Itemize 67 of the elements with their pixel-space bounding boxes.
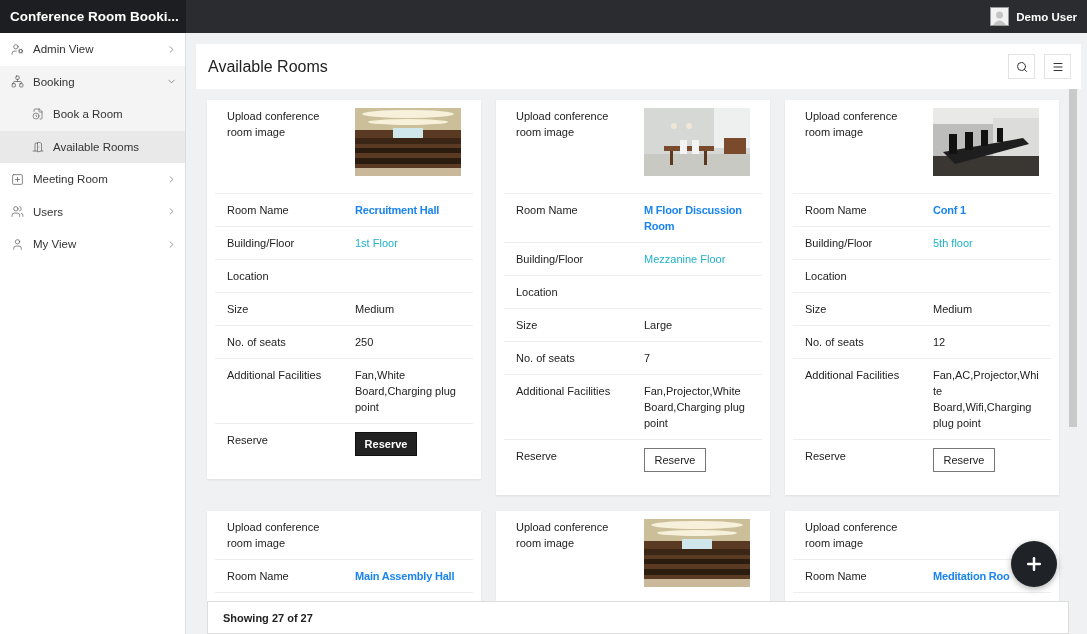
avatar-icon[interactable] [990,7,1010,26]
plus-icon [1024,554,1044,574]
room-name-link[interactable]: Recruitment Hall [355,202,440,218]
room-name-link[interactable]: Meditation Roo [933,568,1010,584]
sidebar-item[interactable]: Booking [0,65,185,98]
field-value: 7 [644,351,651,366]
user-name[interactable]: Demo User [1016,10,1077,23]
field-label: Location [805,269,848,284]
scrollbar-thumb[interactable] [1069,89,1077,427]
field-label: Room Name [227,569,290,584]
field-label: Size [227,302,250,317]
field-label: Upload conference room image [516,520,610,551]
menu-button[interactable] [1044,54,1071,79]
people-icon [11,205,24,219]
field-label: Room Name [805,569,868,584]
person-icon [11,237,24,251]
field-value: Large [644,318,673,333]
field-label: No. of seats [805,335,865,350]
field-label: No. of seats [227,335,287,350]
field-label: Reserve [516,449,558,464]
reserve-button[interactable]: Reserve [355,432,417,456]
field-value: Fan,Projector,White Board,Charging plug point [644,384,746,431]
door-icon [32,140,44,153]
app-title: Conference Room Booki... [0,0,186,33]
plus-square-icon [11,172,24,186]
field-label: Upload conference room image [805,520,899,551]
field-label: Room Name [516,203,579,218]
field-label: No. of seats [516,351,576,366]
field-value: Fan,AC,Projector,White Board,Wifi,Charging plug point [933,368,1039,431]
field-label: Location [227,269,270,284]
room-name-link[interactable]: Main Assembly Hall [355,568,455,584]
reserve-button[interactable]: Reserve [933,448,995,472]
field-label: Upload conference room image [227,520,321,551]
field-label: Upload conference room image [227,109,321,140]
field-label: Building/Floor [805,236,874,251]
field-value: Medium [355,302,395,317]
search-button[interactable] [1008,54,1035,79]
field-label: Reserve [227,433,269,448]
field-label: Additional Facilities [227,368,323,383]
field-label: Building/Floor [227,236,296,251]
reserve-button[interactable]: Reserve [644,448,706,472]
network-icon [11,75,24,89]
results-count: Showing 27 of 27 [207,601,1069,634]
field-value: 250 [355,335,374,350]
search-icon [1015,60,1028,73]
menu-icon [1051,60,1064,73]
sidebar-item[interactable]: Book a Room [0,98,185,131]
field-label: Additional Facilities [805,368,901,383]
sidebar-item[interactable]: Available Rooms [0,130,185,163]
field-label: Upload conference room image [516,109,610,140]
field-label: Size [516,318,539,333]
room-name-link[interactable]: Conf 1 [933,202,967,218]
field-label: Location [516,285,559,300]
page-title: Available Rooms [208,57,329,76]
field-label: Building/Floor [516,252,585,267]
field-label: Additional Facilities [516,384,612,399]
field-label: Room Name [805,203,868,218]
field-value: Fan,White Board,Charging plug point [355,368,457,415]
field-label: Reserve [805,449,847,464]
user-gear-icon [11,42,24,56]
field-label: Size [805,302,828,317]
field-label: Upload conference room image [805,109,899,140]
room-name-link[interactable]: M Floor Discussion Room [644,202,750,234]
field-value: Medium [933,302,973,317]
field-value: 12 [933,335,946,350]
document-clock-icon [32,108,44,121]
field-label: Room Name [227,203,290,218]
